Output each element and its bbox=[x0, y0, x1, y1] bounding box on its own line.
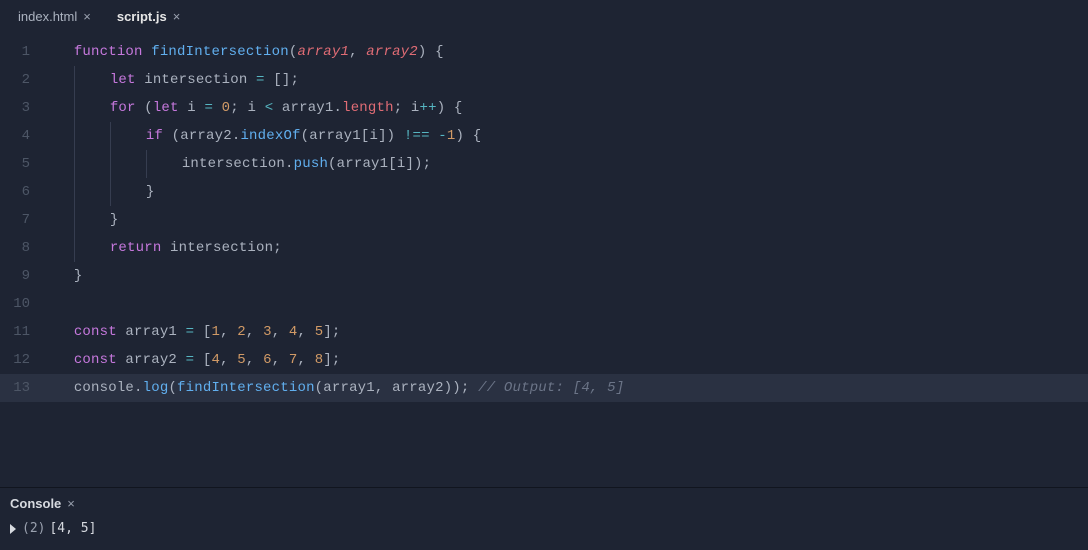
line-number: 10 bbox=[0, 290, 48, 318]
console-title: Console bbox=[10, 496, 61, 511]
line-number: 11 bbox=[0, 318, 48, 346]
line-number: 9 bbox=[0, 262, 48, 290]
line-number: 8 bbox=[0, 234, 48, 262]
code-line[interactable]: 2 let intersection = []; bbox=[0, 66, 1088, 94]
line-number: 13 bbox=[0, 374, 48, 402]
console-panel: Console × (2) [4, 5] bbox=[0, 487, 1088, 550]
code-line[interactable]: 3 for (let i = 0; i < array1.length; i++… bbox=[0, 94, 1088, 122]
console-output-line[interactable]: (2) [4, 5] bbox=[10, 521, 1078, 536]
tab-script-js[interactable]: script.js × bbox=[107, 5, 190, 28]
line-number: 1 bbox=[0, 38, 48, 66]
console-header: Console × bbox=[10, 496, 1078, 511]
tab-index-html[interactable]: index.html × bbox=[8, 5, 101, 28]
chevron-right-icon[interactable] bbox=[10, 524, 16, 534]
code-line[interactable]: 9 } bbox=[0, 262, 1088, 290]
line-number: 7 bbox=[0, 206, 48, 234]
code-line[interactable]: 8 return intersection; bbox=[0, 234, 1088, 262]
close-icon[interactable]: × bbox=[83, 9, 91, 24]
code-line[interactable]: 12 const array2 = [4, 5, 6, 7, 8]; bbox=[0, 346, 1088, 374]
code-line[interactable]: 5 intersection.push(array1[i]); bbox=[0, 150, 1088, 178]
code-line[interactable]: 10 bbox=[0, 290, 1088, 318]
code-line[interactable]: 1 function findIntersection(array1, arra… bbox=[0, 38, 1088, 66]
tab-label: script.js bbox=[117, 9, 167, 24]
tab-label: index.html bbox=[18, 9, 77, 24]
line-number: 4 bbox=[0, 122, 48, 150]
code-line[interactable]: 4 if (array2.indexOf(array1[i]) !== -1) … bbox=[0, 122, 1088, 150]
line-number: 6 bbox=[0, 178, 48, 206]
code-line[interactable]: 11 const array1 = [1, 2, 3, 4, 5]; bbox=[0, 318, 1088, 346]
close-icon[interactable]: × bbox=[173, 9, 181, 24]
code-editor[interactable]: 1 function findIntersection(array1, arra… bbox=[0, 32, 1088, 487]
console-array-count: (2) bbox=[22, 521, 45, 536]
line-number: 3 bbox=[0, 94, 48, 122]
console-output: [4, 5] bbox=[49, 521, 96, 536]
code-line[interactable]: 7 } bbox=[0, 206, 1088, 234]
code-line[interactable]: 6 } bbox=[0, 178, 1088, 206]
line-number: 12 bbox=[0, 346, 48, 374]
line-number: 2 bbox=[0, 66, 48, 94]
code-line[interactable]: 13 console.log(findIntersection(array1, … bbox=[0, 374, 1088, 402]
tab-bar: index.html × script.js × bbox=[0, 0, 1088, 32]
line-number: 5 bbox=[0, 150, 48, 178]
close-icon[interactable]: × bbox=[67, 496, 75, 511]
